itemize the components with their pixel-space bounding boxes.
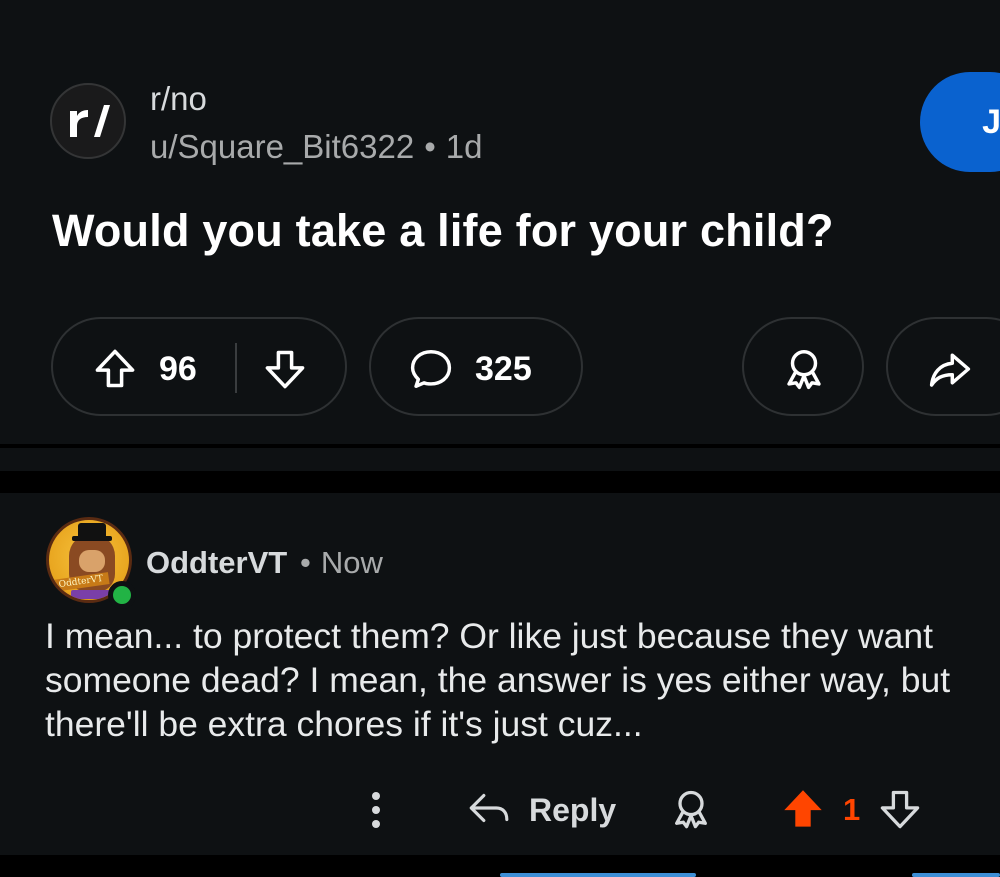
downvote-icon[interactable] <box>877 786 923 832</box>
comment-age: Now <box>320 545 383 580</box>
next-content-edge <box>0 855 1000 877</box>
reply-label: Reply <box>529 791 617 828</box>
next-item-peek <box>912 873 1000 877</box>
upvote-icon[interactable] <box>89 343 141 395</box>
vertical-ellipsis-icon[interactable] <box>362 788 390 832</box>
avatar-badges <box>71 590 111 599</box>
online-status-dot <box>108 581 136 609</box>
share-button[interactable] <box>886 317 1000 416</box>
comment-count: 325 <box>475 350 532 388</box>
post-meta: u/Square_Bit6322 • 1d <box>150 128 483 166</box>
award-ribbon-icon <box>776 341 832 397</box>
divider-strip <box>0 448 1000 471</box>
comments-button[interactable]: 325 <box>369 317 583 416</box>
post-title[interactable]: Would you take a life for your child? <box>52 205 834 257</box>
meta-separator: • <box>424 128 436 165</box>
comment-score: 1 <box>843 792 861 827</box>
award-ribbon-icon[interactable] <box>668 786 714 832</box>
upvote-icon[interactable] <box>780 786 826 832</box>
avatar-hat-brim <box>72 536 112 541</box>
reply-button[interactable]: Reply <box>465 786 616 834</box>
award-button[interactable] <box>742 317 864 416</box>
meta-separator: • <box>300 545 311 580</box>
comment-author[interactable]: OddterVT <box>146 545 287 581</box>
divider <box>0 471 1000 493</box>
subreddit-name[interactable]: r/no <box>150 80 207 118</box>
share-arrow-icon <box>924 343 976 395</box>
post-age: 1d <box>445 128 483 165</box>
post-vote-bar: 96 <box>51 317 347 416</box>
reddit-r-slash-icon <box>70 105 110 137</box>
speech-bubble-icon <box>405 343 457 395</box>
next-item-peek <box>500 873 696 877</box>
subreddit-avatar[interactable] <box>50 83 126 159</box>
post-author[interactable]: u/Square_Bit6322 <box>150 128 414 165</box>
reply-arrow-icon <box>465 787 511 834</box>
post-upvote-count: 96 <box>159 350 197 388</box>
vote-divider <box>235 343 237 393</box>
downvote-icon[interactable] <box>259 343 311 395</box>
avatar-face <box>79 550 105 572</box>
comment-meta: • Now <box>300 545 383 581</box>
comment-body: I mean... to protect them? Or like just … <box>45 616 951 744</box>
